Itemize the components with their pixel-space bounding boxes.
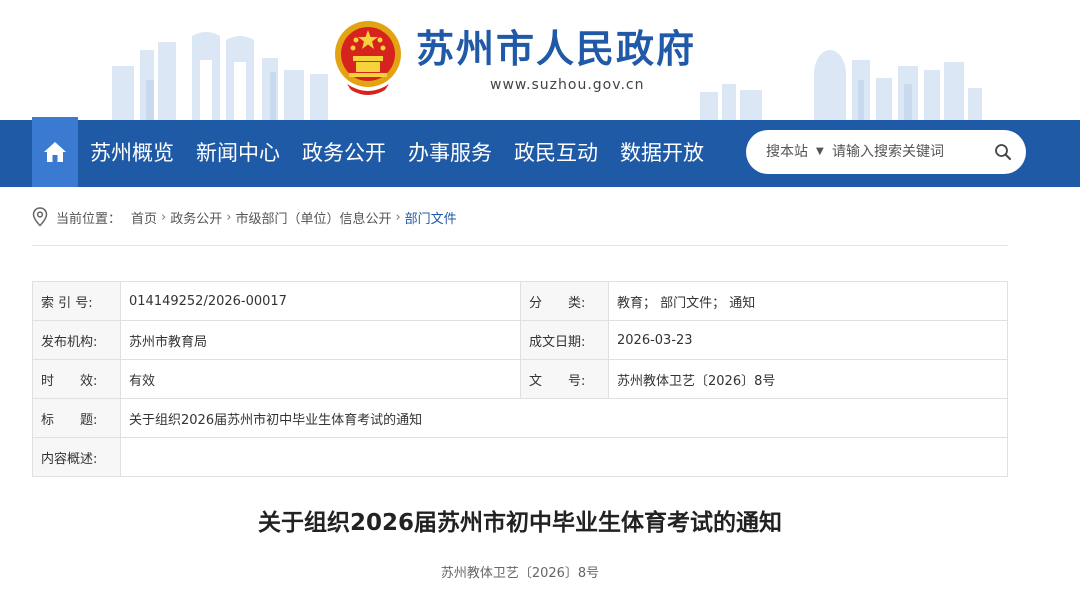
nav-item-overview[interactable]: 苏州概览 — [90, 120, 174, 187]
search-icon[interactable] — [994, 143, 1012, 161]
title-value: 关于组织2026届苏州市初中毕业生体育考试的通知 — [120, 398, 1008, 438]
category-label: 分 类: — [520, 281, 609, 321]
breadcrumb-home[interactable]: 首页 — [131, 208, 157, 227]
home-button[interactable] — [32, 117, 78, 187]
table-row: 时 效: 有效 文 号: 苏州教体卫艺〔2026〕8号 — [32, 359, 1008, 399]
date-label: 成文日期: — [520, 320, 609, 360]
location-pin-icon — [32, 207, 48, 227]
breadcrumb: 当前位置： 首页 › 政务公开 › 市级部门（单位）信息公开 › 部门文件 — [32, 205, 457, 229]
article-doc-number: 苏州教体卫艺〔2026〕8号 — [440, 566, 600, 581]
date-value: 2026-03-23 — [608, 320, 1008, 360]
docno-label: 文 号: — [520, 359, 609, 399]
breadcrumb-divider — [32, 245, 1008, 246]
validity-value: 有效 — [120, 359, 521, 399]
caret-down-icon[interactable]: ▼ — [816, 130, 824, 174]
table-row: 内容概述: — [32, 437, 1008, 477]
table-row: 标 题: 关于组织2026届苏州市初中毕业生体育考试的通知 — [32, 398, 1008, 438]
category-value: 教育； 部门文件； 通知 — [608, 281, 1008, 321]
publisher-label: 发布机构: — [32, 320, 121, 360]
search-scope-select[interactable]: 搜本站 — [766, 130, 808, 174]
main-nav: 苏州概览 新闻中心 政务公开 办事服务 政民互动 数据开放 搜本站 ▼ — [0, 117, 1080, 187]
breadcrumb-prefix: 当前位置： — [56, 211, 122, 227]
nav-item-services[interactable]: 办事服务 — [408, 120, 492, 187]
site-url: www.suzhou.gov.cn — [490, 77, 645, 93]
document-info-table: 索 引 号: 014149252/2026-00017 分 类: 教育； 部门文… — [32, 281, 1008, 477]
national-emblem-logo — [335, 21, 401, 95]
breadcrumb-separator: › — [161, 209, 167, 225]
breadcrumb-separator: › — [395, 209, 401, 225]
home-icon — [44, 142, 66, 162]
search-input[interactable] — [832, 139, 982, 165]
table-row: 发布机构: 苏州市教育局 成文日期: 2026-03-23 — [32, 320, 1008, 360]
breadcrumb-department-documents[interactable]: 部门文件 — [405, 208, 457, 227]
summary-label: 内容概述: — [32, 437, 121, 477]
nav-item-government-affairs[interactable]: 政务公开 — [302, 120, 386, 187]
table-row: 索 引 号: 014149252/2026-00017 分 类: 教育； 部门文… — [32, 281, 1008, 321]
breadcrumb-government-affairs[interactable]: 政务公开 — [170, 208, 222, 227]
docno-value: 苏州教体卫艺〔2026〕8号 — [608, 359, 1008, 399]
nav-item-interaction[interactable]: 政民互动 — [514, 120, 598, 187]
publisher-value: 苏州市教育局 — [120, 320, 521, 360]
breadcrumb-municipal-departments[interactable]: 市级部门（单位）信息公开 — [235, 208, 391, 227]
site-title[interactable]: 苏州市人民政府 — [416, 24, 696, 74]
nav-item-open-data[interactable]: 数据开放 — [620, 120, 704, 187]
breadcrumb-separator: › — [226, 209, 232, 225]
index-value: 014149252/2026-00017 — [120, 281, 521, 321]
nav-item-news[interactable]: 新闻中心 — [196, 120, 280, 187]
article-title: 关于组织2026届苏州市初中毕业生体育考试的通知 — [257, 510, 782, 536]
search-box: 搜本站 ▼ — [746, 130, 1026, 174]
site-header: 苏州市人民政府 www.suzhou.gov.cn — [0, 0, 1080, 120]
title-label: 标 题: — [32, 398, 121, 438]
index-label: 索 引 号: — [32, 281, 121, 321]
summary-value — [120, 437, 1008, 477]
validity-label: 时 效: — [32, 359, 121, 399]
